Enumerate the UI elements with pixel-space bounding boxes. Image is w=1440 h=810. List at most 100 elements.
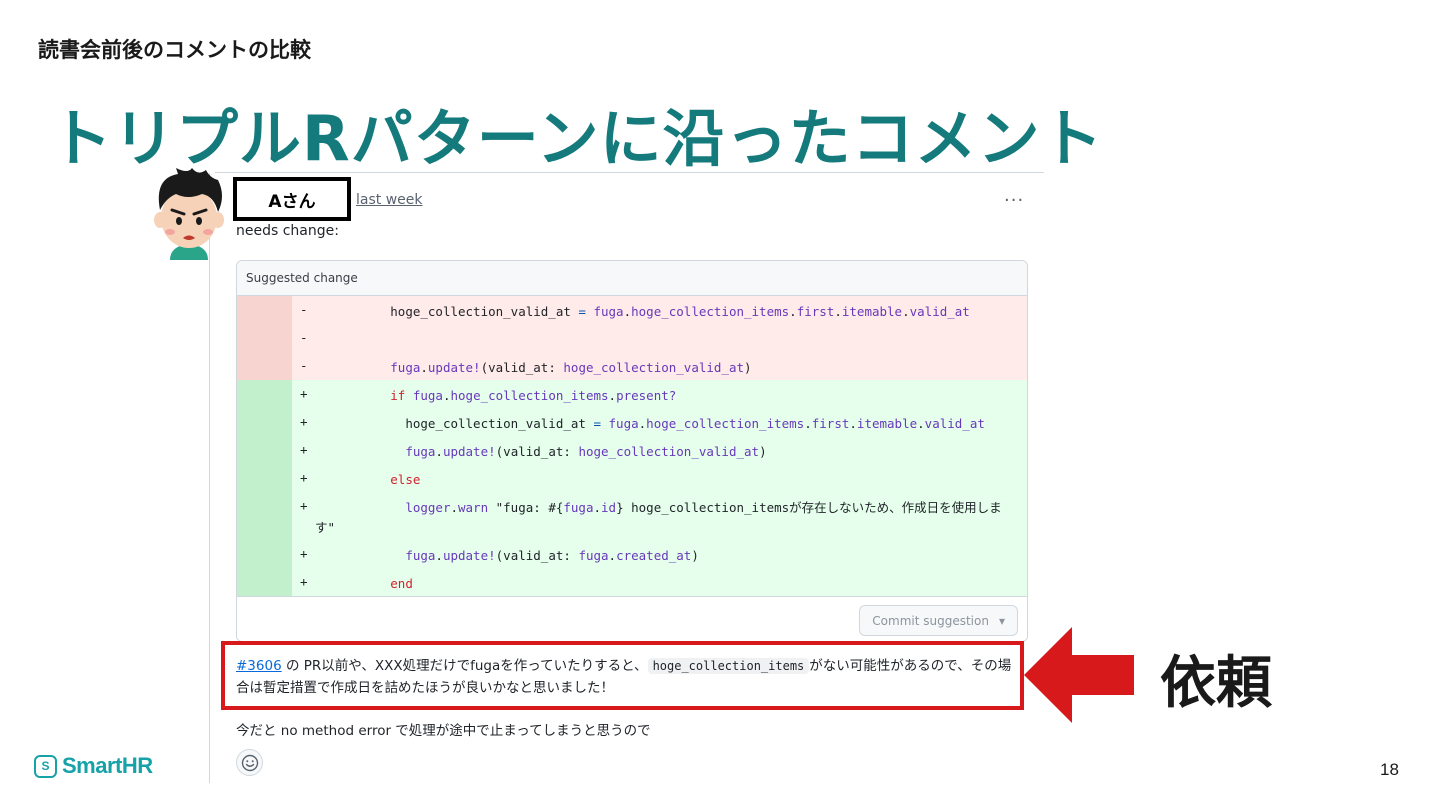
diff-code: fuga.update!(valid_at: hoge_collection_v… [315,442,1015,462]
diff-sign: + [300,546,308,561]
code-token: hoge_collection_valid_at [578,444,760,459]
code-token: if [390,388,406,403]
code-token: valid_at [909,304,970,319]
diff-sign: + [300,470,308,485]
diff-sign: - [300,358,308,373]
smarthr-logo: S SmartHR [34,752,153,780]
code-token: ) [759,444,767,459]
diff-line: + if fuga.hoge_collection_items.present? [237,380,1027,408]
code-token: fuga [593,304,624,319]
code-token: "fuga: #{ [488,500,564,515]
diff-line: - [237,324,1027,352]
comment-intro: needs change: [236,223,339,239]
diff-line: + else [237,464,1027,492]
smiley-icon [241,754,258,771]
avatar [154,168,224,260]
commit-suggestion-label: Commit suggestion [872,613,989,628]
code-token: itemable [856,416,918,431]
code-token: warn [458,500,489,515]
kebab-horizontal-icon[interactable]: ··· [1004,190,1024,211]
diff-code: hoge_collection_valid_at = fuga.hoge_col… [315,414,1015,434]
code-token: first [811,416,850,431]
diff-gutter [237,568,292,596]
diff-gutter [237,324,292,352]
diff-line: + logger.warn "fuga: #{fuga.id} hoge_col… [237,492,1027,540]
code-token: . [450,500,458,515]
code-token: ) [691,548,699,563]
code-token: (valid_at: [495,548,579,563]
code-token: fuga [405,444,436,459]
code-token: ) [744,360,752,375]
diff-line: + end [237,568,1027,596]
inline-code: hoge_collection_items [647,658,810,674]
comment-extra: 今だと no method error で処理が途中で止まってしまうと思うので [236,723,651,739]
author-name[interactable]: Aさん [233,177,351,221]
top-rule [215,172,1044,173]
diff-line: - hoge_collection_valid_at = fuga.hoge_c… [237,296,1027,324]
code-token: . [789,304,797,319]
timestamp-link[interactable]: last week [356,192,423,208]
code-token: hoge_collection_items [450,388,609,403]
code-token: fuga [608,416,639,431]
code-token: . [834,304,842,319]
diff-code: logger.warn "fuga: #{fuga.id} hoge_colle… [315,498,1015,538]
slide-title: トリプルRパターンに沿ったコメント [50,102,1104,175]
diff-code: end [315,574,1015,594]
annotation-label: 依頼 [1160,651,1272,716]
code-token: . [623,304,632,319]
section-label: 読書会前後のコメントの比較 [38,38,311,62]
caret-down-icon[interactable]: ▾ [999,614,1005,628]
code-token: . [608,548,617,563]
suggestion-footer: Commit suggestion ▾ [237,596,1027,641]
code-token: end [390,576,413,591]
diff-line: + fuga.update!(valid_at: hoge_collection… [237,436,1027,464]
code-token: valid_at [924,416,985,431]
diff-gutter [237,540,292,568]
code-token: update! [442,444,496,459]
diff-gutter [237,492,292,540]
diff-code: fuga.update!(valid_at: hoge_collection_v… [315,358,1015,378]
code-token: fuga [563,500,594,515]
code-token: fuga [578,548,609,563]
diff-lines: - hoge_collection_valid_at = fuga.hoge_c… [237,296,1027,596]
code-token: fuga [390,360,421,375]
suggested-change-box: Suggested change - hoge_collection_valid… [236,260,1028,642]
diff-sign: + [300,386,308,401]
diff-gutter [237,352,292,380]
comment-body: #3606 の PR以前や、XXX処理だけでfugaを作っていたりすると、 hog… [236,655,1016,699]
diff-gutter [237,464,292,492]
comment-text-before: の PR以前や、XXX処理だけでfugaを作っていたりすると、 [281,658,648,674]
code-token: . [442,388,451,403]
code-token: . [435,444,443,459]
code-token: update! [427,360,481,375]
code-token: . [593,500,602,515]
diff-code: fuga.update!(valid_at: fuga.created_at) [315,546,1015,566]
page-number: 18 [1380,760,1399,779]
code-token: created_at [616,548,692,563]
add-reaction-button[interactable] [236,749,263,776]
diff-line: + hoge_collection_valid_at = fuga.hoge_c… [237,408,1027,436]
code-token: = [578,304,586,319]
code-token: update! [442,548,496,563]
suggested-change-header: Suggested change [237,261,1027,296]
code-token: logger [405,500,451,515]
commit-suggestion-button[interactable]: Commit suggestion ▾ [859,605,1018,636]
code-token: (valid_at: [480,360,564,375]
code-token: (valid_at: [495,444,579,459]
code-token: . [849,416,857,431]
code-token: fuga [412,388,443,403]
diff-sign: + [300,442,308,457]
issue-link[interactable]: #3606 [236,658,282,674]
code-token: . [804,416,812,431]
code-token: hoge_collection_valid_at [563,360,745,375]
code-token: . [608,388,617,403]
code-token: hoge_collection_items [631,304,790,319]
code-token: present? [616,388,677,403]
code-token: first [796,304,835,319]
